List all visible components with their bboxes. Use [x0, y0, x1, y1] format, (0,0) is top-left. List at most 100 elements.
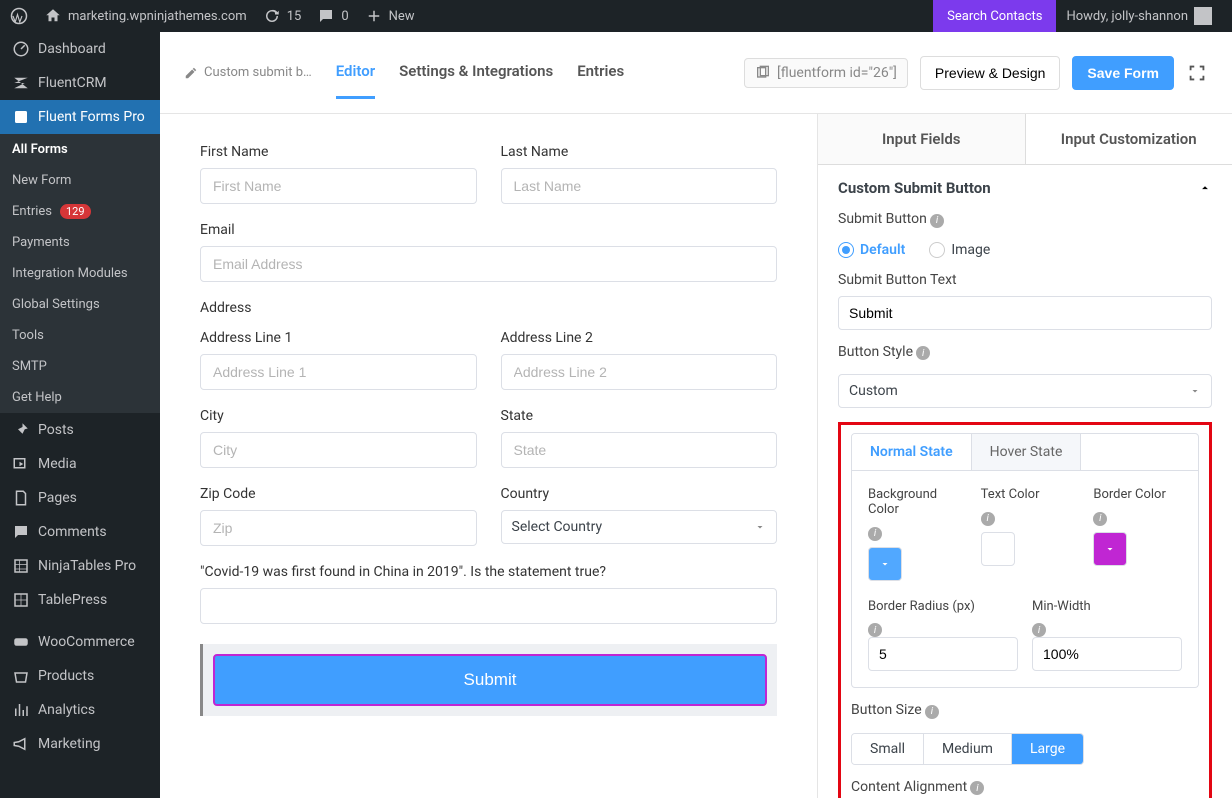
- addr1-label: Address Line 1: [200, 330, 477, 346]
- sidebar-marketing[interactable]: Marketing: [0, 727, 160, 761]
- size-large[interactable]: Large: [1012, 734, 1083, 764]
- search-contacts-button[interactable]: Search Contacts: [933, 0, 1056, 32]
- sidebar-products[interactable]: Products: [0, 659, 160, 693]
- sidebar-posts[interactable]: Posts: [0, 413, 160, 447]
- tab-settings[interactable]: Settings & Integrations: [399, 46, 553, 99]
- zip-input[interactable]: [200, 510, 477, 546]
- updates-link[interactable]: 15: [263, 7, 302, 25]
- address-section-label: Address: [200, 300, 777, 316]
- woo-icon: [12, 633, 30, 651]
- sub-global[interactable]: Global Settings: [0, 289, 160, 320]
- sidebar-dashboard[interactable]: Dashboard: [0, 32, 160, 66]
- panel-tab-input-fields[interactable]: Input Fields: [818, 114, 1026, 165]
- panel-tab-customization[interactable]: Input Customization: [1026, 114, 1232, 165]
- email-input[interactable]: [200, 246, 777, 282]
- info-icon: i: [1093, 512, 1107, 526]
- submit-button-label: Submit Button: [838, 211, 927, 227]
- tab-entries[interactable]: Entries: [577, 46, 624, 99]
- button-size-label: Button Size: [851, 702, 922, 718]
- breadcrumb[interactable]: Custom submit b…: [184, 65, 312, 80]
- wp-logo[interactable]: [10, 7, 28, 25]
- right-panel: Input Fields Input Customization Custom …: [818, 114, 1232, 798]
- comments-link[interactable]: 0: [317, 7, 348, 25]
- info-icon: i: [981, 512, 995, 526]
- country-label: Country: [501, 486, 778, 502]
- radio-image[interactable]: Image: [929, 242, 990, 258]
- submit-button[interactable]: Submit: [213, 654, 767, 706]
- save-button[interactable]: Save Form: [1072, 56, 1174, 90]
- shortcode-box[interactable]: [fluentform id="26"]: [744, 58, 908, 88]
- info-icon: i: [1032, 623, 1046, 637]
- table-icon: [12, 557, 30, 575]
- sidebar-woo[interactable]: WooCommerce: [0, 625, 160, 659]
- admin-bar: marketing.wpninjathemes.com 15 0 New Sea…: [0, 0, 1232, 32]
- sidebar-tablepress[interactable]: TablePress: [0, 583, 160, 617]
- size-small[interactable]: Small: [852, 734, 924, 764]
- addr2-input[interactable]: [501, 354, 778, 390]
- sidebar-pages[interactable]: Pages: [0, 481, 160, 515]
- chart-icon: [12, 701, 30, 719]
- sub-all-forms[interactable]: All Forms: [0, 134, 160, 165]
- submit-wrap[interactable]: Submit: [200, 644, 777, 716]
- state-label: State: [501, 408, 778, 424]
- site-link[interactable]: marketing.wpninjathemes.com: [44, 7, 247, 25]
- tab-editor[interactable]: Editor: [336, 46, 375, 99]
- first-name-input[interactable]: [200, 168, 477, 204]
- fullscreen-icon[interactable]: [1186, 62, 1208, 84]
- new-link[interactable]: New: [365, 7, 415, 25]
- sub-tools[interactable]: Tools: [0, 320, 160, 351]
- grid-icon: [12, 591, 30, 609]
- country-select[interactable]: Select Country: [501, 510, 778, 544]
- alignment-label: Content Alignment: [851, 779, 967, 795]
- chevron-down-icon: [879, 558, 891, 570]
- info-icon: i: [925, 705, 939, 719]
- chevron-down-icon: [1189, 385, 1201, 397]
- sub-new-form[interactable]: New Form: [0, 165, 160, 196]
- bg-color-swatch[interactable]: [868, 547, 902, 581]
- state-input[interactable]: [501, 432, 778, 468]
- button-style-label: Button Style: [838, 344, 913, 360]
- border-radius-input[interactable]: [868, 637, 1018, 671]
- comment-icon: [12, 523, 30, 541]
- highlight-box: Normal State Hover State Background Colo…: [838, 422, 1212, 798]
- tab-normal-state[interactable]: Normal State: [852, 434, 972, 470]
- form-canvas: First Name Last Name Email Address Addre…: [160, 114, 818, 798]
- last-name-input[interactable]: [501, 168, 778, 204]
- submit-text-input[interactable]: [838, 296, 1212, 330]
- min-width-input[interactable]: [1032, 637, 1182, 671]
- sidebar-ninjatables[interactable]: NinjaTables Pro: [0, 549, 160, 583]
- sub-help[interactable]: Get Help: [0, 382, 160, 413]
- addr1-input[interactable]: [200, 354, 477, 390]
- sidebar-submenu: All Forms New Form Entries 129 Payments …: [0, 134, 160, 413]
- info-icon: i: [930, 214, 944, 228]
- button-style-select[interactable]: Custom: [838, 374, 1212, 408]
- preview-button[interactable]: Preview & Design: [920, 56, 1061, 90]
- howdy-account[interactable]: Howdy, jolly-shannon: [1056, 7, 1222, 25]
- editor-topbar: Custom submit b… Editor Settings & Integ…: [160, 32, 1232, 114]
- sub-entries[interactable]: Entries 129: [0, 196, 160, 227]
- entries-badge: 129: [60, 204, 91, 219]
- border-color-swatch[interactable]: [1093, 532, 1127, 566]
- radio-default[interactable]: Default: [838, 242, 905, 258]
- sidebar-analytics[interactable]: Analytics: [0, 693, 160, 727]
- question-input[interactable]: [200, 588, 777, 624]
- info-icon: i: [970, 781, 984, 795]
- sidebar-media[interactable]: Media: [0, 447, 160, 481]
- first-name-label: First Name: [200, 144, 477, 160]
- section-custom-submit[interactable]: Custom Submit Button: [818, 165, 1232, 211]
- tab-hover-state[interactable]: Hover State: [972, 434, 1082, 470]
- sidebar-comments[interactable]: Comments: [0, 515, 160, 549]
- admin-sidebar: Dashboard FluentCRM Fluent Forms Pro All…: [0, 32, 160, 798]
- info-icon: i: [916, 346, 930, 360]
- sub-modules[interactable]: Integration Modules: [0, 258, 160, 289]
- sidebar-fluentcrm[interactable]: FluentCRM: [0, 66, 160, 100]
- page-icon: [12, 489, 30, 507]
- sub-smtp[interactable]: SMTP: [0, 351, 160, 382]
- sidebar-fluentforms[interactable]: Fluent Forms Pro: [0, 100, 160, 134]
- text-color-swatch[interactable]: [981, 532, 1015, 566]
- city-input[interactable]: [200, 432, 477, 468]
- bg-color-label: Background Color: [868, 487, 957, 517]
- last-name-label: Last Name: [501, 144, 778, 160]
- size-medium[interactable]: Medium: [924, 734, 1012, 764]
- sub-payments[interactable]: Payments: [0, 227, 160, 258]
